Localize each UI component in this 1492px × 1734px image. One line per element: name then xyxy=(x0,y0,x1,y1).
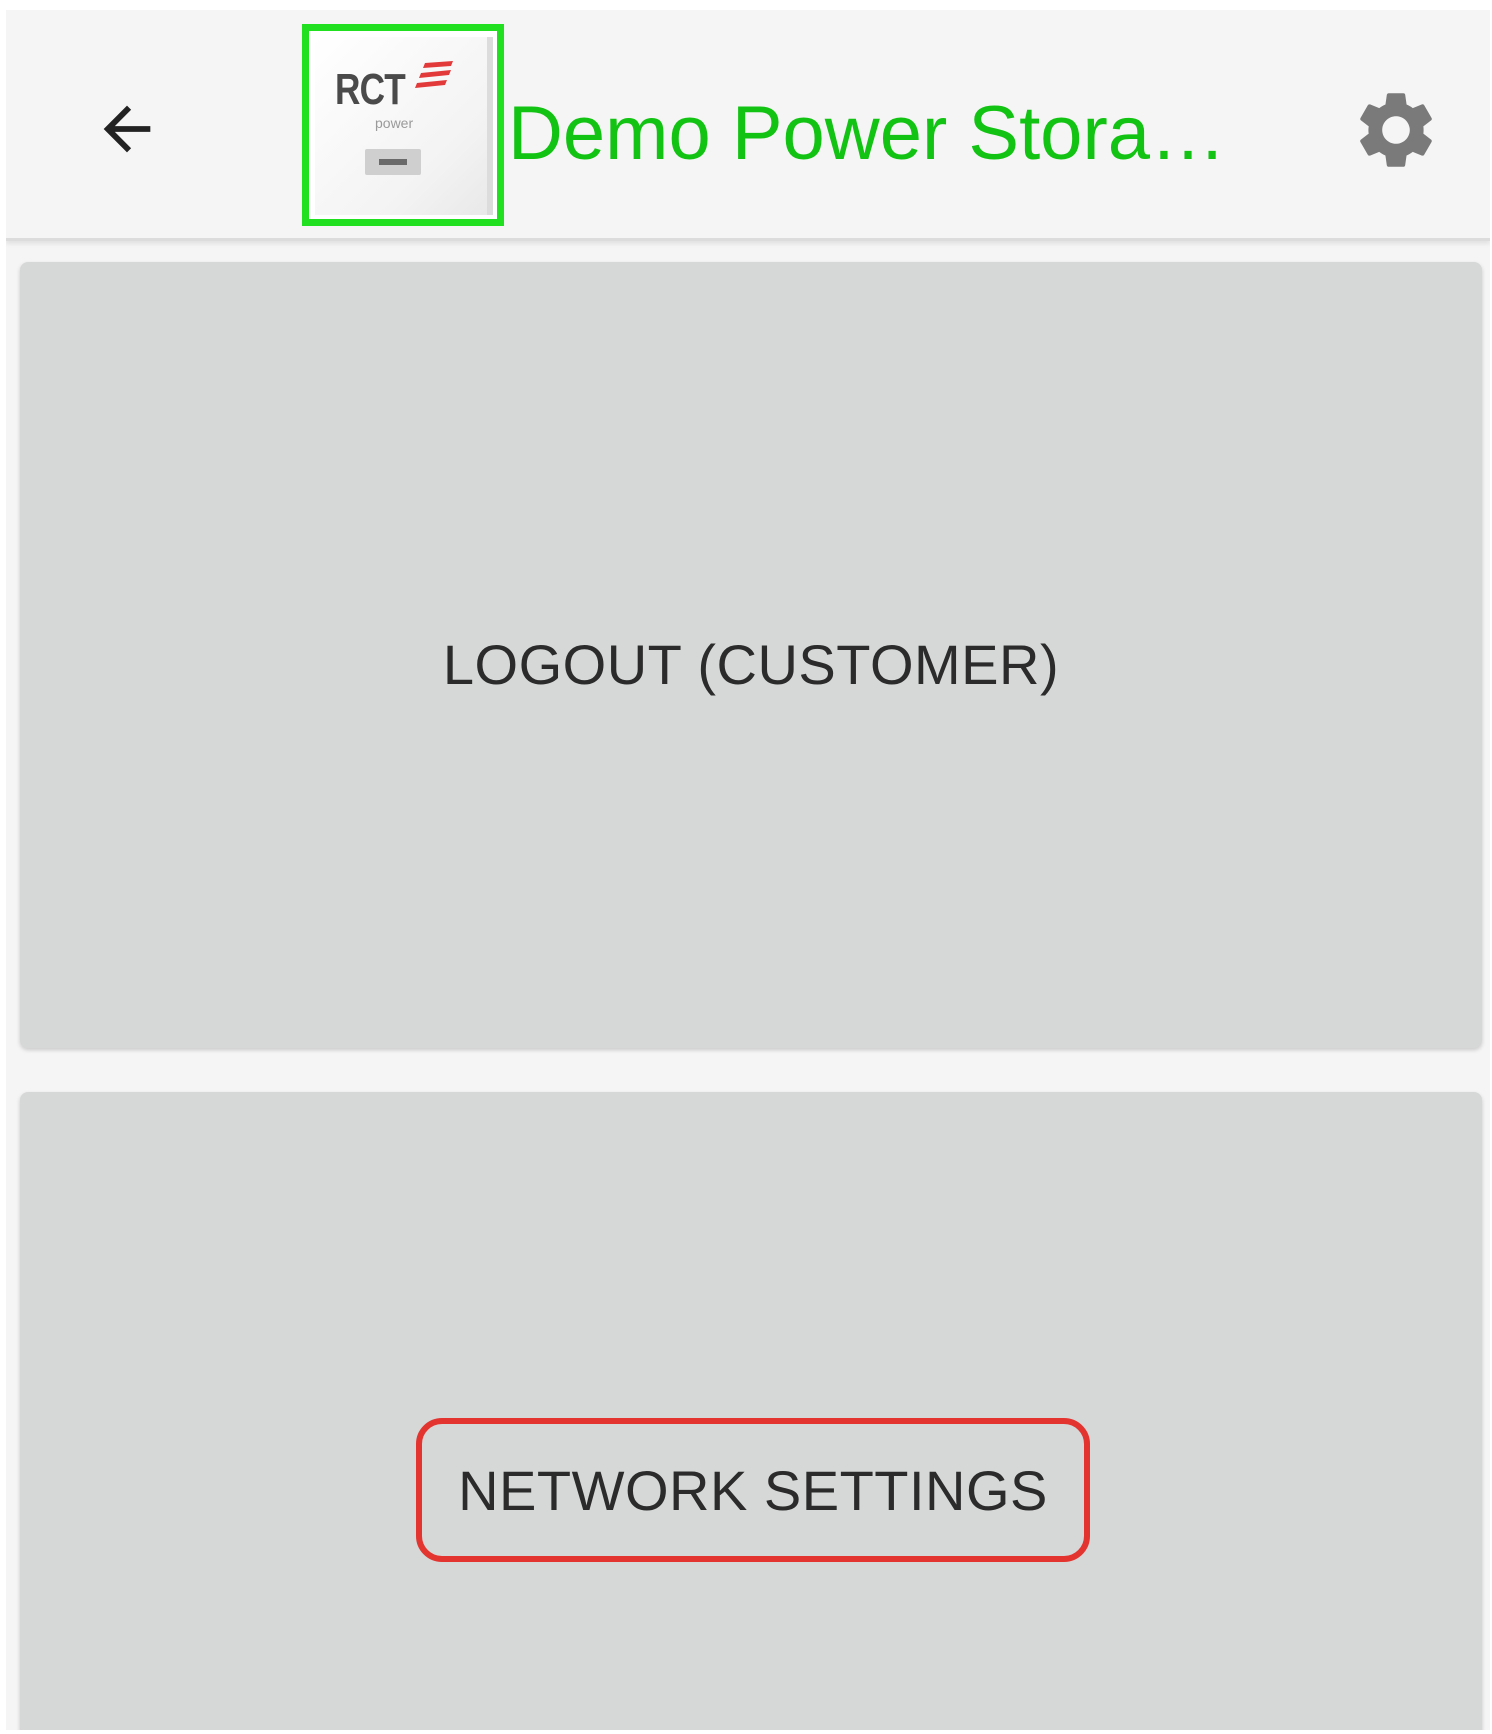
network-settings-button[interactable]: NETWORK SETTINGS xyxy=(20,1092,1482,1730)
network-settings-highlight: NETWORK SETTINGS xyxy=(416,1418,1090,1562)
network-settings-label: NETWORK SETTINGS xyxy=(458,1458,1048,1522)
app-bar: RCT power Demo Power Stora… xyxy=(6,10,1490,241)
logo-device-icon xyxy=(365,149,421,175)
logo-image: RCT power xyxy=(315,37,493,215)
page-title: Demo Power Stora… xyxy=(508,91,1227,176)
logout-customer-button[interactable]: LOGOUT (CUSTOMER) xyxy=(20,262,1482,1048)
gear-icon xyxy=(1360,93,1432,167)
logo-sub-text: power xyxy=(375,115,414,131)
logo-stripes-icon xyxy=(415,61,453,88)
logo-brand-text: RCT xyxy=(335,65,406,114)
settings-button[interactable] xyxy=(1346,80,1446,180)
arrow-left-icon xyxy=(103,105,151,153)
logout-customer-label: LOGOUT (CUSTOMER) xyxy=(442,633,1060,696)
screen: RCT power Demo Power Stora… LOGOUT (CUST… xyxy=(6,10,1490,1730)
back-button[interactable] xyxy=(72,74,182,184)
app-logo[interactable]: RCT power xyxy=(302,24,504,226)
